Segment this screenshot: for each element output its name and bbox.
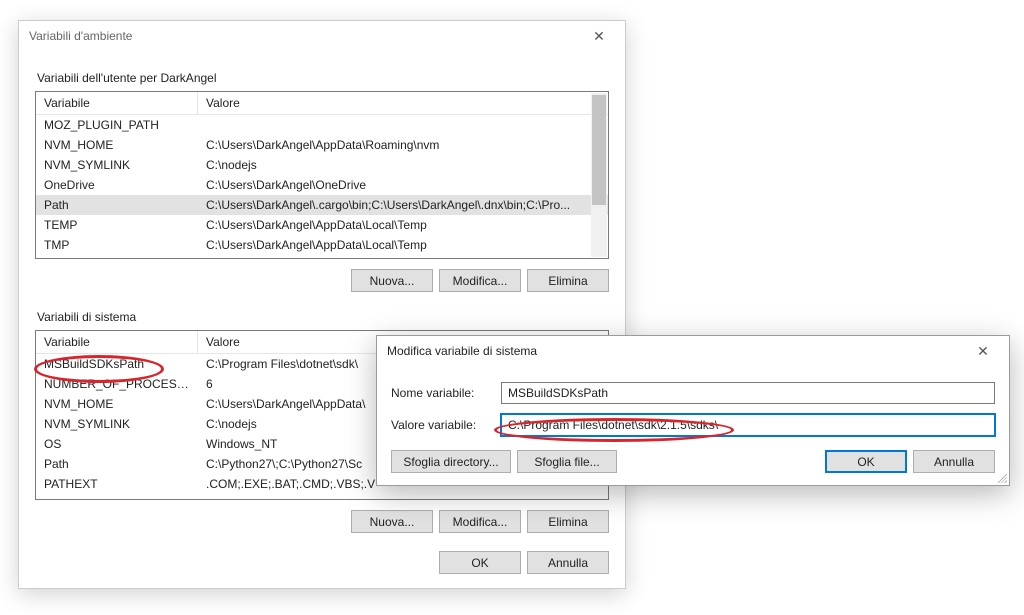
variable-name-label: Nome variabile: [391, 386, 501, 400]
window-title: Variabili d'ambiente [29, 29, 579, 43]
cell-variable-name: Path [36, 456, 198, 472]
cell-variable-name: TMP [36, 237, 198, 253]
environment-variables-dialog: Variabili d'ambiente ✕ Variabili dell'ut… [18, 20, 626, 589]
cell-variable-name: NVM_SYMLINK [36, 157, 198, 173]
cell-variable-name: OneDrive [36, 177, 198, 193]
titlebar[interactable]: Modifica variabile di sistema ✕ [377, 336, 1009, 366]
delete-button[interactable]: Elimina [527, 510, 609, 533]
cell-variable-value: C:\nodejs [198, 157, 608, 173]
system-variables-label: Variabili di sistema [37, 310, 609, 324]
edit-button[interactable]: Modifica... [439, 269, 521, 292]
column-header-value[interactable]: Valore [198, 92, 608, 114]
ok-button[interactable]: OK [439, 551, 521, 574]
cell-variable-name: NVM_HOME [36, 396, 198, 412]
cell-variable-value: C:\Users\DarkAngel\AppData\Local\Temp [198, 217, 608, 233]
table-row[interactable]: TMPC:\Users\DarkAngel\AppData\Local\Temp [36, 235, 608, 255]
resize-grip[interactable] [995, 471, 1007, 483]
user-variables-listbox[interactable]: Variabile Valore MOZ_PLUGIN_PATH NVM_HOME… [35, 91, 609, 259]
table-row[interactable]: OneDriveC:\Users\DarkAngel\OneDrive [36, 175, 608, 195]
table-row[interactable]: PathC:\Users\DarkAngel\.cargo\bin;C:\Use… [36, 195, 608, 215]
cell-variable-value [198, 117, 608, 133]
cell-variable-name: NVM_HOME [36, 137, 198, 153]
browse-file-button[interactable]: Sfoglia file... [517, 450, 617, 473]
edit-variable-dialog: Modifica variabile di sistema ✕ Nome var… [376, 335, 1010, 486]
edit-button[interactable]: Modifica... [439, 510, 521, 533]
variable-value-label: Valore variabile: [391, 418, 501, 432]
user-variables-label: Variabili dell'utente per DarkAngel [37, 71, 609, 85]
close-icon[interactable]: ✕ [963, 343, 1003, 360]
cell-variable-name: TEMP [36, 217, 198, 233]
table-row[interactable]: NVM_SYMLINKC:\nodejs [36, 155, 608, 175]
browse-directory-button[interactable]: Sfoglia directory... [391, 450, 511, 473]
cell-variable-name: MSBuildSDKsPath [36, 356, 198, 372]
cancel-button[interactable]: Annulla [527, 551, 609, 574]
cancel-button[interactable]: Annulla [913, 450, 995, 473]
cell-variable-name: PATHEXT [36, 476, 198, 492]
new-button[interactable]: Nuova... [351, 510, 433, 533]
column-header-variable[interactable]: Variabile [36, 92, 198, 114]
cell-variable-value: C:\Users\DarkAngel\AppData\Roaming\nvm [198, 137, 608, 153]
table-row[interactable]: TEMPC:\Users\DarkAngel\AppData\Local\Tem… [36, 215, 608, 235]
cell-variable-value: C:\Users\DarkAngel\AppData\Local\Temp [198, 237, 608, 253]
delete-button[interactable]: Elimina [527, 269, 609, 292]
cell-variable-name: Path [36, 197, 198, 213]
close-icon[interactable]: ✕ [579, 28, 619, 45]
cell-variable-name: OS [36, 436, 198, 452]
user-variables-group: Variabili dell'utente per DarkAngel Vari… [35, 71, 609, 292]
ok-button[interactable]: OK [825, 450, 907, 473]
new-button[interactable]: Nuova... [351, 269, 433, 292]
user-variables-rows: MOZ_PLUGIN_PATHNVM_HOMEC:\Users\DarkAnge… [36, 115, 608, 255]
cell-variable-name: NUMBER_OF_PROCESSORS [36, 376, 198, 392]
column-header-variable[interactable]: Variabile [36, 331, 198, 353]
cell-variable-value: C:\Users\DarkAngel\OneDrive [198, 177, 608, 193]
cell-variable-value: C:\Users\DarkAngel\.cargo\bin;C:\Users\D… [198, 197, 608, 213]
cell-variable-name: MOZ_PLUGIN_PATH [36, 117, 198, 133]
table-row[interactable]: NVM_HOMEC:\Users\DarkAngel\AppData\Roami… [36, 135, 608, 155]
cell-variable-name: NVM_SYMLINK [36, 416, 198, 432]
window-title: Modifica variabile di sistema [387, 344, 963, 358]
scrollbar[interactable] [591, 93, 607, 257]
table-row[interactable]: MOZ_PLUGIN_PATH [36, 115, 608, 135]
titlebar[interactable]: Variabili d'ambiente ✕ [19, 21, 625, 51]
scroll-thumb[interactable] [592, 95, 606, 205]
variable-value-input[interactable] [501, 414, 995, 436]
variable-name-input[interactable] [501, 382, 995, 404]
